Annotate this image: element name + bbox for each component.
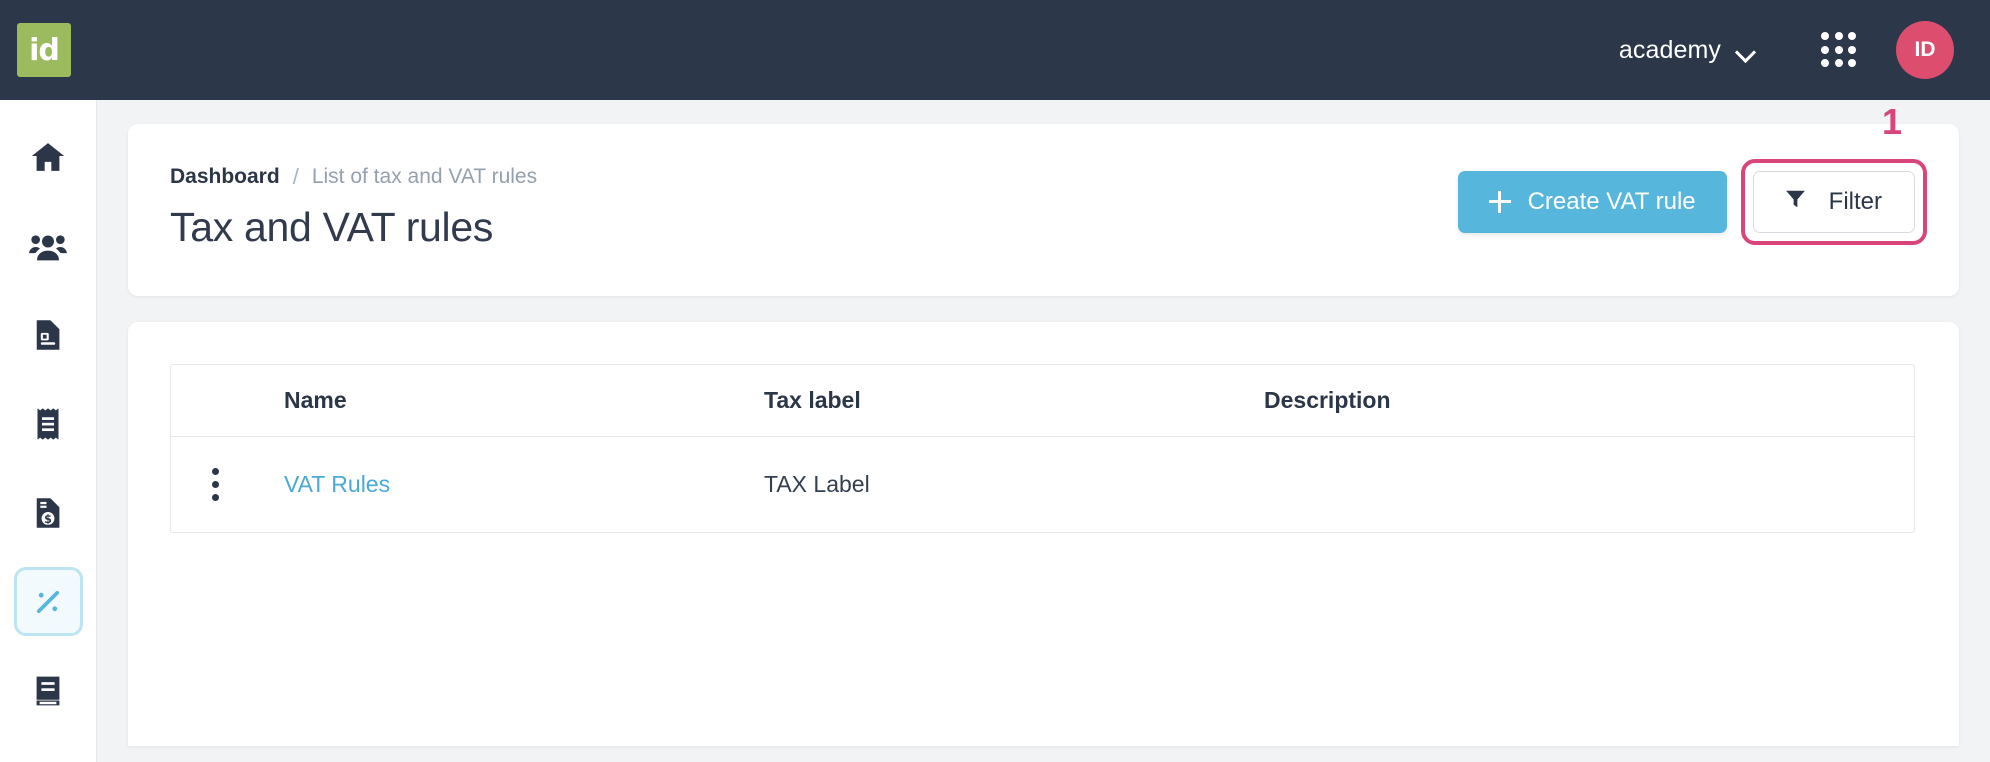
column-header-tax-label: Tax label bbox=[764, 387, 861, 413]
sidebar-item-ledger[interactable] bbox=[14, 656, 83, 725]
row-name-link[interactable]: VAT Rules bbox=[284, 471, 764, 498]
step-number-annotation: 1 bbox=[1881, 101, 1902, 142]
sidebar: $ bbox=[0, 100, 97, 762]
main-content: Dashboard / List of tax and VAT rules Ta… bbox=[97, 100, 1990, 762]
sidebar-item-receipts[interactable] bbox=[14, 389, 83, 458]
table-card: Name Tax label Description VAT Rules TAX… bbox=[128, 322, 1959, 746]
sidebar-item-quotes[interactable] bbox=[14, 300, 83, 369]
filter-label: Filter bbox=[1828, 188, 1882, 215]
topbar-right-group: academy ID bbox=[1609, 21, 1990, 79]
breadcrumb-current: List of tax and VAT rules bbox=[311, 165, 538, 188]
svg-text:$: $ bbox=[44, 512, 52, 525]
table-row: VAT Rules TAX Label bbox=[171, 437, 1914, 532]
funnel-icon bbox=[1783, 186, 1808, 218]
tenant-selector[interactable]: academy bbox=[1609, 30, 1766, 71]
avatar-initials: ID bbox=[1914, 38, 1936, 61]
column-header-name: Name bbox=[284, 387, 347, 413]
breadcrumb-dashboard-link[interactable]: Dashboard bbox=[170, 165, 280, 189]
sidebar-item-customers[interactable] bbox=[14, 211, 83, 280]
chevron-down-icon bbox=[1737, 45, 1756, 56]
tenant-label: academy bbox=[1618, 35, 1721, 64]
breadcrumb-separator: / bbox=[292, 164, 299, 189]
table-header-row: Name Tax label Description bbox=[171, 365, 1914, 437]
kebab-menu-icon[interactable] bbox=[192, 462, 238, 508]
sidebar-item-invoices[interactable]: $ bbox=[14, 478, 83, 547]
sidebar-item-tax-vat-rules[interactable] bbox=[13, 567, 83, 636]
plus-icon bbox=[1488, 191, 1511, 213]
top-navigation-bar: id academy ID bbox=[0, 0, 1990, 100]
users-group-icon bbox=[28, 226, 68, 266]
home-icon bbox=[29, 138, 67, 176]
apps-grid-icon[interactable] bbox=[1816, 27, 1862, 73]
column-header-description: Description bbox=[1264, 387, 1391, 413]
percent-icon bbox=[31, 585, 65, 619]
filter-button-wrapper: Filter 1 bbox=[1740, 101, 1927, 245]
document-list-icon bbox=[30, 317, 66, 353]
page-header-card: Dashboard / List of tax and VAT rules Ta… bbox=[128, 101, 1959, 296]
page-actions: Create VAT rule Filter 1 bbox=[1457, 101, 1927, 245]
row-tax-label: TAX Label bbox=[764, 471, 870, 497]
create-vat-rule-button[interactable]: Create VAT rule bbox=[1457, 171, 1727, 233]
filter-button[interactable]: Filter bbox=[1752, 171, 1915, 233]
vat-rules-table: Name Tax label Description VAT Rules TAX… bbox=[170, 364, 1915, 533]
avatar[interactable]: ID bbox=[1896, 21, 1954, 79]
receipt-icon bbox=[30, 406, 66, 442]
app-logo-text: id bbox=[29, 32, 60, 68]
book-icon bbox=[30, 673, 66, 709]
sidebar-item-home[interactable] bbox=[14, 122, 83, 191]
app-root: id academy ID $ Dashboard / List of tax … bbox=[0, 0, 1990, 762]
app-logo[interactable]: id bbox=[17, 23, 71, 77]
invoice-dollar-icon: $ bbox=[30, 495, 66, 531]
create-vat-rule-label: Create VAT rule bbox=[1527, 188, 1696, 215]
